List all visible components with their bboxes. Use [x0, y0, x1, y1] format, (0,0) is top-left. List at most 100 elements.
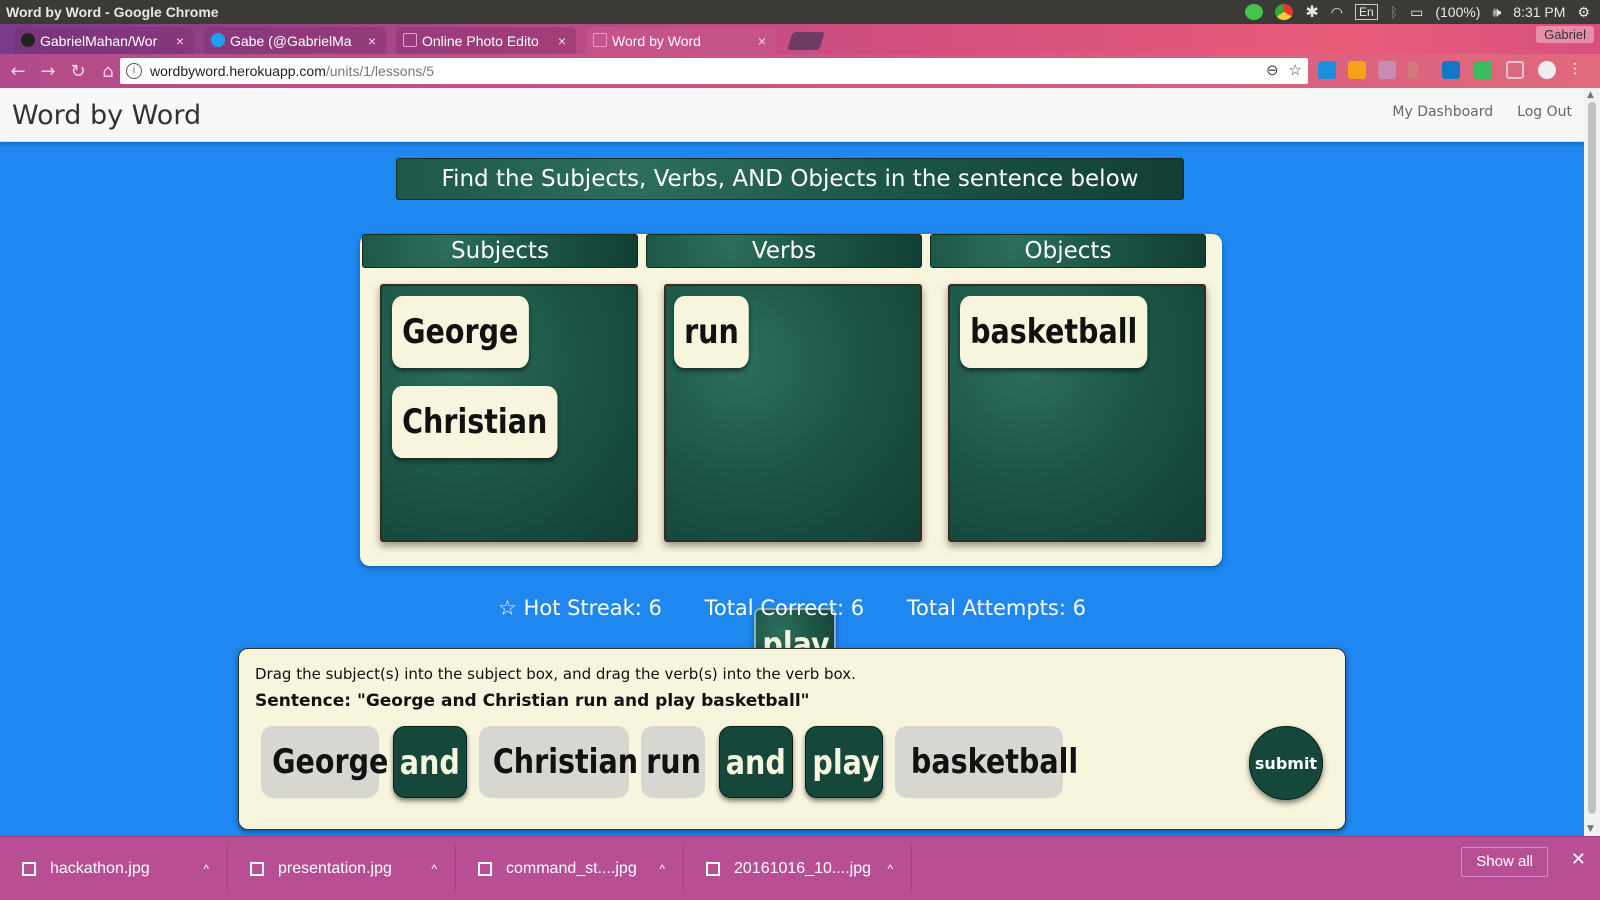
file-icon	[478, 861, 492, 876]
twitter-bird-icon	[211, 33, 225, 47]
word-tile[interactable]: run	[641, 726, 705, 798]
download-filename: hackathon.jpg	[50, 859, 150, 877]
os-title-bar: Word by Word - Google Chrome ✱ ◠ En ᛒ ▭ …	[0, 0, 1600, 24]
word-tile-label: and	[725, 743, 787, 783]
sentence-panel: Drag the subject(s) into the subject box…	[238, 648, 1346, 830]
close-tab-icon[interactable]: ×	[368, 33, 376, 49]
word-tile-placed[interactable]: and	[393, 726, 467, 798]
system-tray: ✱ ◠ En ᛒ ▭ (100%) 🕪 8:31 PM ⚙	[1245, 2, 1600, 22]
close-tab-icon[interactable]: ×	[176, 33, 184, 49]
extension-badge-icon[interactable]	[1348, 61, 1366, 79]
file-icon	[706, 861, 720, 876]
bluetooth-icon[interactable]: ᛒ	[1390, 4, 1398, 20]
verbs-drop-zone[interactable]: run	[664, 284, 922, 542]
battery-percent: (100%)	[1435, 4, 1481, 20]
menu-dots-icon[interactable]: ⋮	[1568, 61, 1582, 79]
volume-icon[interactable]: 🕪	[1492, 4, 1501, 21]
chevron-up-icon[interactable]: ^	[887, 862, 893, 876]
new-tab-button[interactable]	[787, 32, 825, 50]
zoom-icon[interactable]: ⊖	[1266, 61, 1279, 79]
objects-drop-zone[interactable]: basketball	[948, 284, 1206, 542]
log-out-link[interactable]: Log Out	[1517, 104, 1572, 120]
word-tile-label: run	[646, 742, 701, 782]
power-gear-icon[interactable]: ⚙	[1577, 4, 1590, 21]
tab-word-by-word[interactable]: Word by Word ×	[586, 27, 776, 54]
subjects-header: Subjects	[362, 234, 638, 268]
tab-photo-editor[interactable]: Online Photo Edito ×	[396, 27, 576, 54]
tab-label: Gabe (@GabrielMa	[230, 32, 352, 49]
tab-github[interactable]: GabrielMahan/Wor ×	[14, 27, 194, 54]
extension-check-icon[interactable]	[1318, 61, 1336, 79]
word-tile[interactable]: Christian	[479, 726, 638, 798]
app-brand[interactable]: Word by Word	[12, 100, 201, 131]
show-all-button[interactable]: Show all	[1461, 847, 1548, 877]
forward-arrow-icon[interactable]: →	[36, 59, 60, 83]
word-tile-placed[interactable]: play	[805, 726, 883, 798]
close-tab-icon[interactable]: ×	[558, 33, 566, 49]
download-shelf: hackathon.jpg ^ presentation.jpg ^ comma…	[0, 836, 1600, 900]
web-page: Word by Word My Dashboard Log Out Find t…	[0, 88, 1584, 836]
word-tile-label: play	[812, 743, 880, 783]
cast-icon[interactable]	[1506, 61, 1524, 79]
subjects-drop-zone[interactable]: George Christian	[380, 284, 638, 542]
battery-icon[interactable]: ▭	[1410, 4, 1423, 21]
clock[interactable]: 8:31 PM	[1513, 4, 1565, 20]
download-filename: 20161016_10....jpg	[734, 859, 872, 877]
download-filename: presentation.jpg	[278, 859, 392, 877]
scroll-thumb[interactable]	[1588, 102, 1596, 814]
verb-word[interactable]: run	[674, 296, 749, 368]
reload-icon[interactable]: ↻	[66, 59, 90, 83]
back-arrow-icon[interactable]: ←	[6, 59, 30, 83]
total-attempts: Total Attempts: 6	[906, 596, 1086, 620]
scroll-down-arrow-icon[interactable]: ▼	[1587, 824, 1594, 834]
tab-label: GabrielMahan/Wor	[40, 32, 158, 49]
chevron-up-icon[interactable]: ^	[431, 862, 437, 876]
extension-blue-m-icon[interactable]	[1442, 61, 1460, 79]
tab-label: Word by Word	[612, 32, 701, 49]
my-dashboard-link[interactable]: My Dashboard	[1392, 104, 1493, 120]
tab-twitter[interactable]: Gabe (@GabrielMa ×	[204, 27, 386, 54]
download-item[interactable]: hackathon.jpg ^	[0, 844, 228, 893]
subject-word[interactable]: George	[392, 296, 529, 368]
messenger-icon[interactable]	[1245, 4, 1264, 20]
sentence-text: Sentence: "George and Christian run and …	[255, 691, 810, 711]
extension-green-icon[interactable]	[1474, 61, 1492, 79]
extension-m-icon[interactable]	[1378, 61, 1396, 79]
word-tile[interactable]: basketball	[895, 726, 1078, 798]
object-word[interactable]: basketball	[960, 296, 1148, 368]
word-tile-placed[interactable]: and	[719, 726, 793, 798]
settings-cog-icon[interactable]: ✱	[1305, 2, 1318, 22]
info-icon[interactable]: i	[126, 63, 142, 79]
profile-button[interactable]: Gabriel	[1536, 26, 1594, 43]
word-tile[interactable]: George	[261, 726, 388, 798]
word-tile-label: Christian	[492, 742, 639, 782]
objects-header: Objects	[930, 234, 1206, 268]
wifi-icon[interactable]: ◠	[1331, 4, 1343, 21]
scroll-up-arrow-icon[interactable]: ▲	[1587, 90, 1594, 100]
close-tab-icon[interactable]: ×	[758, 33, 766, 49]
keyboard-language[interactable]: En	[1355, 4, 1378, 20]
download-item[interactable]: 20161016_10....jpg ^	[684, 844, 912, 893]
submit-button[interactable]: submit	[1249, 726, 1323, 800]
bookmark-star-icon[interactable]: ☆	[1289, 61, 1302, 79]
app-navbar: Word by Word My Dashboard Log Out	[0, 88, 1584, 142]
github-icon	[21, 33, 35, 47]
nav-links: My Dashboard Log Out	[1392, 104, 1572, 120]
url-host: wordbyword.herokuapp.com	[150, 63, 326, 79]
extension-circle-icon[interactable]	[1538, 61, 1556, 79]
address-bar[interactable]: i wordbyword.herokuapp.com/units/1/lesso…	[120, 58, 1308, 84]
download-item[interactable]: command_st....jpg ^	[456, 844, 684, 893]
extension-r-icon[interactable]	[1408, 61, 1418, 79]
download-item[interactable]: presentation.jpg ^	[228, 844, 456, 893]
chevron-up-icon[interactable]: ^	[203, 862, 209, 876]
subject-word[interactable]: Christian	[392, 386, 558, 458]
total-correct: Total Correct: 6	[704, 596, 865, 620]
home-icon[interactable]: ⌂	[96, 59, 120, 83]
url-path: /units/1/lessons/5	[325, 63, 435, 79]
download-filename: command_st....jpg	[506, 859, 637, 877]
chevron-up-icon[interactable]: ^	[659, 862, 665, 876]
close-icon[interactable]: ✕	[1571, 849, 1586, 870]
chrome-icon[interactable]	[1275, 4, 1294, 20]
word-tile-label: basketball	[910, 742, 1079, 782]
page-scrollbar[interactable]: ▲ ▼	[1584, 88, 1600, 836]
